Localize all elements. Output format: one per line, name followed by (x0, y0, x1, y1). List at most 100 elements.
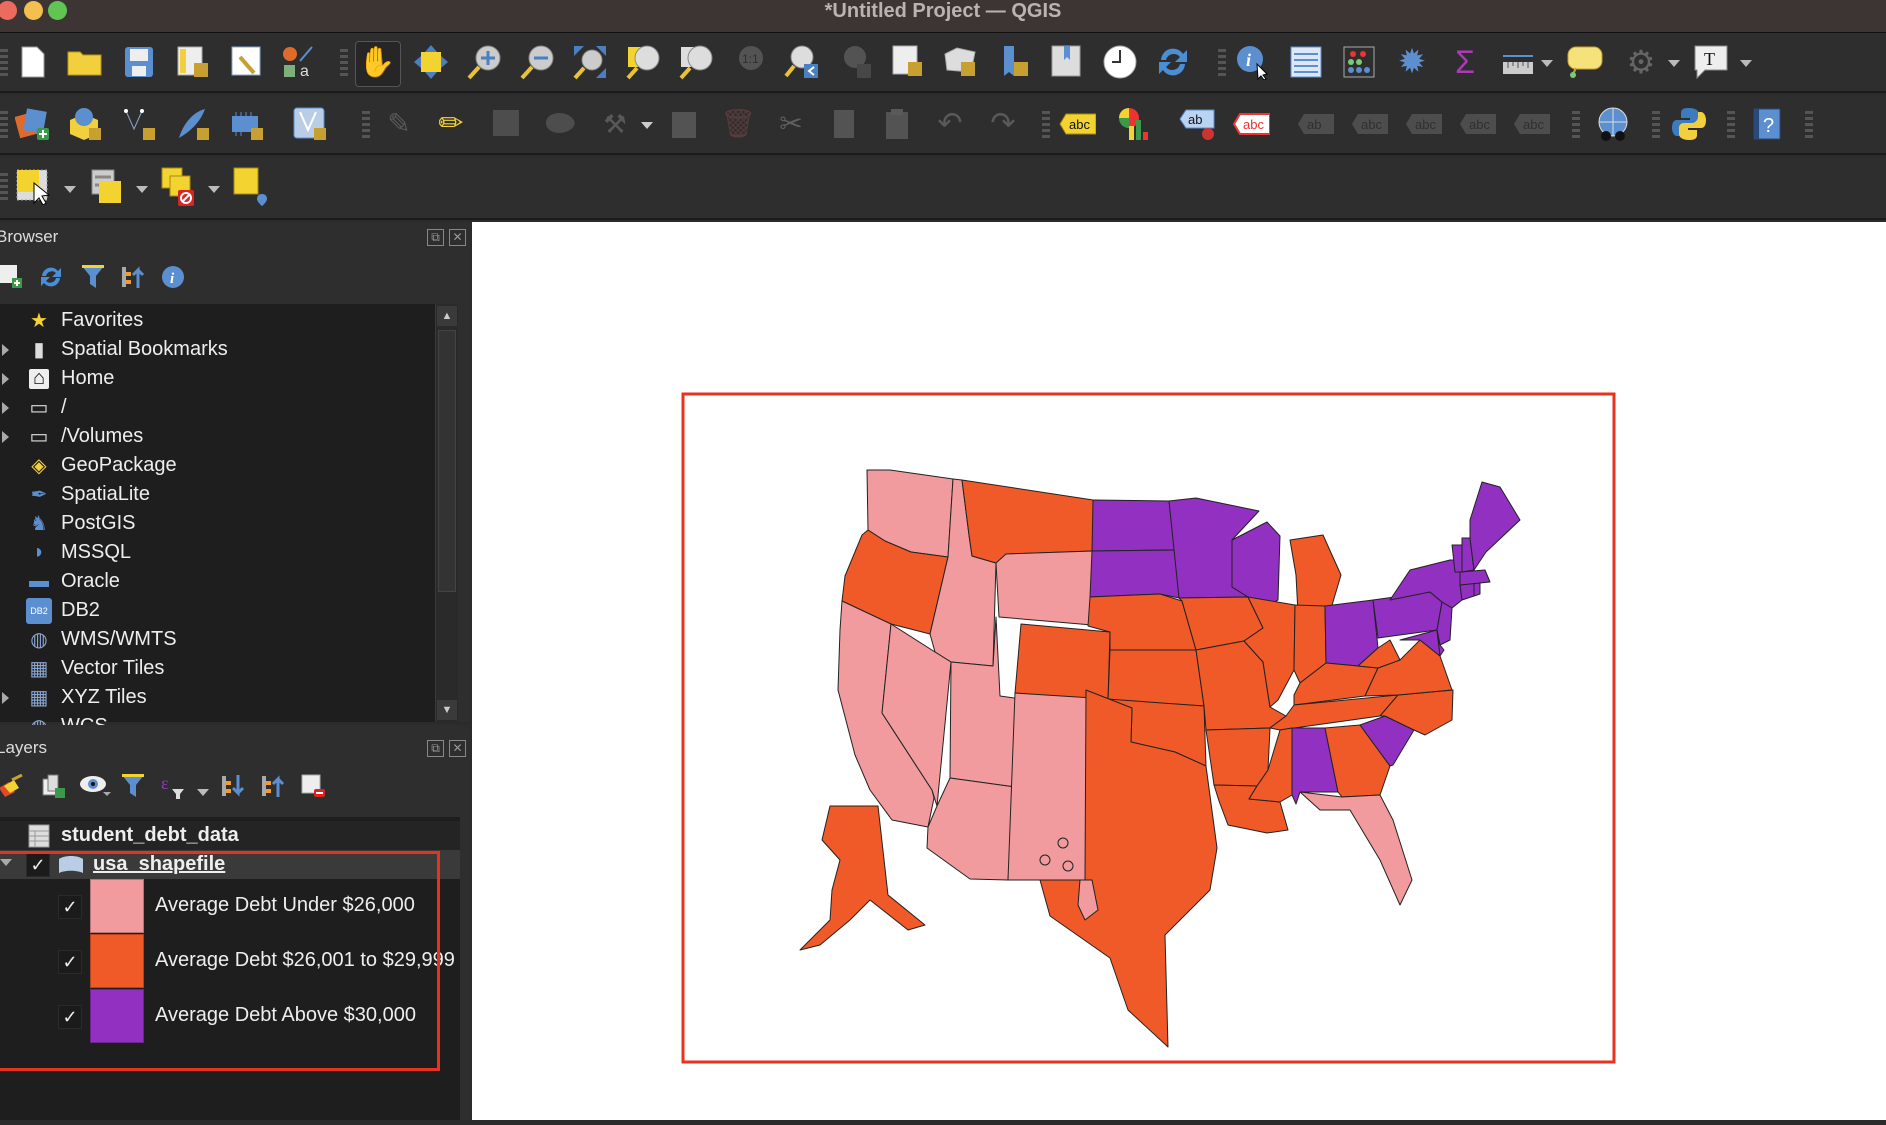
map-canvas[interactable] (472, 222, 1886, 1120)
show-hide-labels-icon[interactable]: ab (1296, 105, 1334, 143)
measure-line-icon[interactable] (1499, 43, 1537, 81)
map-tips-icon[interactable] (1566, 43, 1604, 81)
toolbar-grip[interactable] (340, 49, 348, 77)
open-attribute-table-icon[interactable] (1287, 43, 1325, 81)
feature-action-dropdown[interactable] (1668, 60, 1680, 67)
browser-item[interactable]: ◗ MSSQL (0, 538, 435, 567)
browser-item[interactable]: ⌂ Home (0, 364, 435, 393)
select-features-dropdown[interactable] (64, 186, 76, 193)
browser-item[interactable]: ◈ GeoPackage (0, 451, 435, 480)
filter-by-expression-icon[interactable]: ε (158, 771, 188, 801)
save-project-icon[interactable] (120, 43, 158, 81)
expand-arrow-icon[interactable] (2, 401, 9, 414)
new-virtual-layer-icon[interactable] (291, 105, 329, 143)
state-hi-island[interactable] (1039, 854, 1051, 866)
deselect-dropdown[interactable] (208, 186, 220, 193)
style-manager-icon[interactable]: a (280, 43, 318, 81)
state-me[interactable] (1469, 481, 1521, 571)
close-panel-button[interactable]: ✕ (449, 229, 466, 246)
float-panel-button[interactable]: ⧉ (427, 229, 444, 246)
properties-info-icon[interactable]: i (158, 262, 188, 292)
state-fl[interactable] (1299, 791, 1413, 906)
pin-labels-icon[interactable]: abc (1232, 105, 1270, 143)
temporal-controller-icon[interactable] (1101, 43, 1139, 81)
pan-to-selection-icon[interactable] (412, 43, 450, 81)
remove-layer-icon[interactable] (298, 771, 328, 801)
state-ct[interactable] (1459, 582, 1475, 601)
state-ar[interactable] (1205, 727, 1271, 787)
scroll-down-button[interactable]: ▼ (437, 700, 457, 720)
zoom-in-icon[interactable] (465, 43, 503, 81)
toolbar-grip[interactable] (1042, 111, 1050, 139)
state-ma[interactable] (1459, 569, 1491, 586)
browser-item[interactable]: ★ Favorites (0, 306, 435, 335)
identify-features-icon[interactable]: i (1234, 43, 1272, 81)
map-svg[interactable] (472, 222, 1886, 1120)
filter-expression-dropdown[interactable] (197, 789, 209, 796)
data-source-manager-icon[interactable] (14, 105, 52, 143)
new-geopackage-layer-icon[interactable] (66, 105, 104, 143)
toolbar-grip[interactable] (1727, 111, 1735, 139)
modify-attributes-icon[interactable] (666, 105, 704, 143)
annotation-dropdown[interactable] (1740, 60, 1752, 67)
select-features-icon[interactable] (14, 167, 52, 205)
new-bookmark-icon[interactable] (995, 43, 1033, 81)
metasearch-icon[interactable] (1594, 105, 1632, 143)
scroll-thumb[interactable] (438, 330, 456, 592)
toolbar-grip[interactable] (0, 49, 8, 77)
browser-item[interactable]: ◍ WMS/WMTS (0, 625, 435, 654)
digitize-polygon-icon[interactable] (542, 105, 580, 143)
browser-item[interactable]: DB2 DB2 (0, 596, 435, 625)
paste-features-icon[interactable] (878, 105, 916, 143)
state-wy[interactable] (995, 550, 1094, 626)
browser-item[interactable]: ▮ Spatial Bookmarks (0, 335, 435, 364)
toolbar-grip[interactable] (362, 111, 370, 139)
layer-labeling-icon[interactable]: abc (1512, 105, 1550, 143)
cut-features-icon[interactable]: ✂ (772, 105, 810, 143)
collapse-all-icon[interactable] (118, 262, 148, 292)
zoom-out-icon[interactable] (518, 43, 556, 81)
new-print-layout-icon[interactable] (174, 43, 212, 81)
browser-item[interactable]: ▬ Oracle (0, 567, 435, 596)
refresh-browser-icon[interactable] (36, 262, 66, 292)
state-az[interactable] (926, 777, 1016, 881)
state-mt[interactable] (961, 479, 1094, 564)
processing-toolbox-icon[interactable]: ✹ (1393, 43, 1431, 81)
label-toolbar-icon[interactable]: abc (1058, 105, 1096, 143)
browser-item[interactable]: ✒ SpatiaLite (0, 480, 435, 509)
refresh-icon[interactable] (1154, 43, 1192, 81)
copy-features-icon[interactable] (825, 105, 863, 143)
state-mi[interactable] (1289, 534, 1342, 615)
expand-arrow-icon[interactable] (2, 372, 9, 385)
browser-item[interactable]: ▭ / (0, 393, 435, 422)
state-ak[interactable] (799, 805, 926, 951)
expand-arrow-icon[interactable] (2, 430, 9, 443)
state-nd[interactable] (1091, 499, 1177, 552)
change-label-icon[interactable]: abc (1458, 105, 1496, 143)
new-map-view-icon[interactable] (889, 43, 927, 81)
zoom-next-icon[interactable] (836, 43, 874, 81)
toolbar-grip[interactable] (1805, 111, 1813, 139)
expand-arrow-icon[interactable] (2, 343, 9, 356)
zoom-full-icon[interactable] (571, 43, 609, 81)
python-console-icon[interactable] (1670, 105, 1708, 143)
browser-item[interactable]: ▭ /Volumes (0, 422, 435, 451)
new-temporary-layer-icon[interactable] (228, 105, 266, 143)
new-project-icon[interactable] (14, 43, 52, 81)
toolbar-grip[interactable] (1652, 111, 1660, 139)
toggle-editing-icon[interactable]: ✏ (432, 105, 470, 143)
highlight-pinned-labels-icon[interactable]: ab (1178, 105, 1216, 143)
field-calculator-icon[interactable]: Σ (1446, 43, 1484, 81)
deselect-all-icon[interactable] (160, 167, 198, 206)
undo-icon[interactable]: ↶ (931, 105, 969, 143)
zoom-last-icon[interactable] (783, 43, 821, 81)
show-bookmarks-icon[interactable] (1048, 43, 1086, 81)
filter-browser-icon[interactable] (78, 262, 108, 292)
zoom-native-icon[interactable]: 1:1 (730, 43, 768, 81)
open-project-icon[interactable] (66, 43, 104, 81)
layer-row-student-debt-data[interactable]: student_debt_data (0, 821, 460, 850)
browser-item[interactable]: ▦ Vector Tiles (0, 654, 435, 683)
browser-scrollbar[interactable]: ▲ ▼ (435, 304, 458, 722)
vertex-tool-dropdown[interactable] (641, 122, 653, 129)
text-annotation-icon[interactable]: T (1693, 43, 1731, 81)
